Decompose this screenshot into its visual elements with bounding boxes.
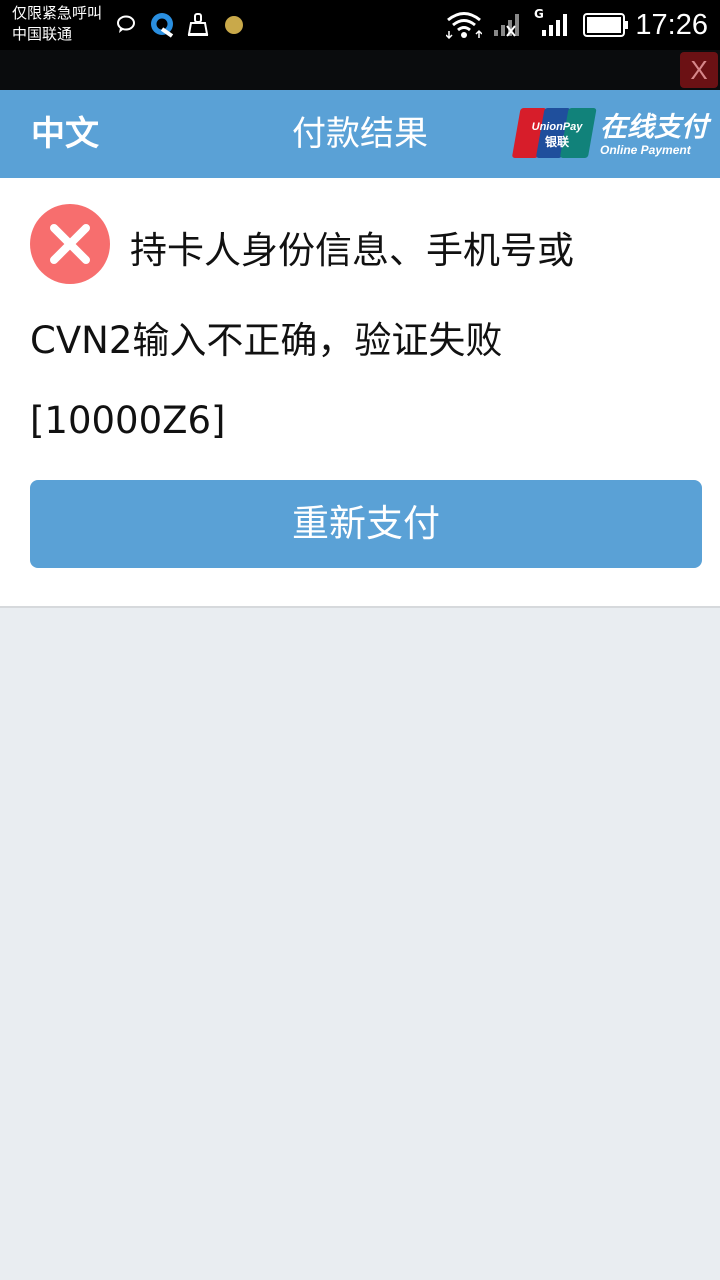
- error-code: [10000Z6]: [30, 399, 226, 442]
- logo-brand-cn: 银联: [545, 134, 569, 149]
- retry-payment-button[interactable]: 重新支付: [30, 480, 702, 568]
- battery-icon: [583, 13, 629, 41]
- clock: 17:26: [635, 9, 708, 41]
- carrier-emergency-text: 仅限紧急呼叫: [12, 4, 103, 22]
- unionpay-online-logo: UnionPay 银联 在线支付 Online Payment: [511, 106, 716, 162]
- cleaner-icon: [186, 12, 210, 42]
- logo-brand-en: UnionPay: [532, 121, 584, 133]
- status-bar: 仅限紧急呼叫 中国联通 G 17:26: [0, 0, 720, 50]
- logo-online-en: Online Payment: [600, 143, 692, 157]
- signal-icon: [540, 12, 572, 42]
- error-message-line2: CVN2输入不正确，验证失败: [30, 319, 503, 362]
- logo-online-cn: 在线支付: [600, 112, 712, 143]
- wifi-icon: [445, 11, 483, 43]
- overlay-bar: [0, 50, 720, 90]
- error-message-line1: 持卡人身份信息、手机号或: [130, 229, 574, 272]
- signal-x-icon: [494, 12, 524, 42]
- header-bar: 中文 付款结果 UnionPay 银联 在线支付 Online Payment: [0, 90, 720, 178]
- result-panel: 持卡人身份信息、手机号或 CVN2输入不正确，验证失败 [10000Z6] 重新…: [0, 178, 720, 608]
- error-x-icon: [30, 204, 110, 284]
- browser-q-icon: [150, 12, 176, 42]
- carrier-info: 仅限紧急呼叫 中国联通: [12, 3, 102, 45]
- close-button[interactable]: X: [680, 52, 718, 88]
- notification-dot-icon: [225, 16, 243, 34]
- chat-bubble-icon: [116, 14, 136, 38]
- carrier-name: 中国联通: [12, 25, 73, 43]
